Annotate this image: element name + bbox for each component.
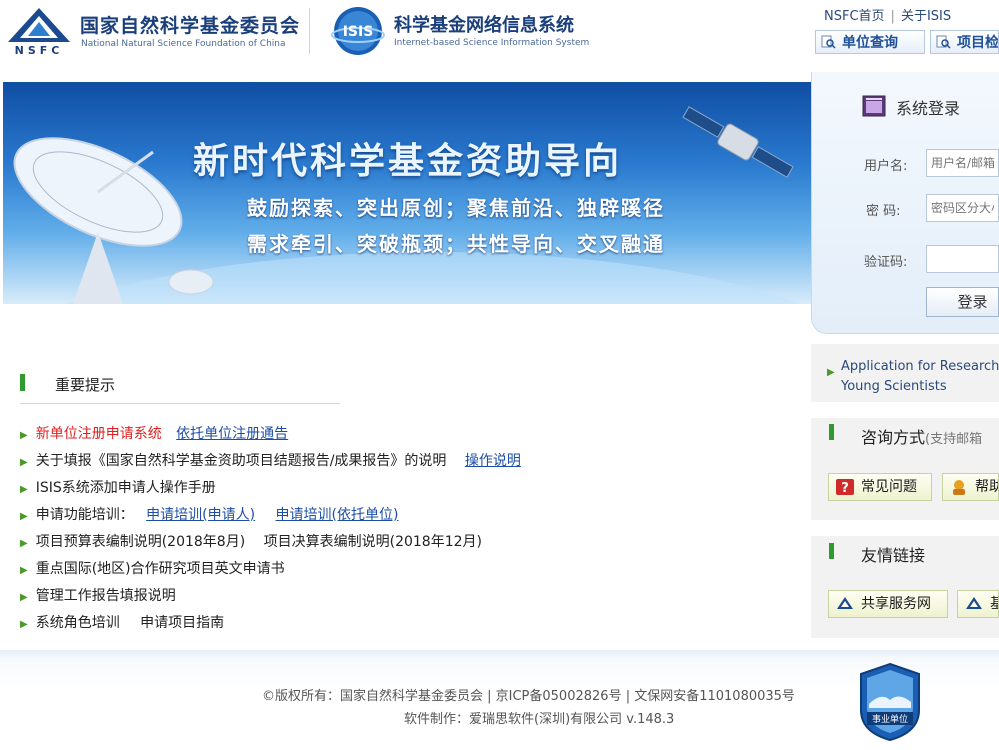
project-query-button[interactable]: 项目检 [930, 30, 999, 54]
banner-title: 新时代科学基金资助导向 [193, 141, 623, 182]
notice-link[interactable]: 申请培训(依托单位) [276, 507, 399, 523]
isis-logo[interactable]: ISIS [330, 5, 386, 57]
help-button[interactable]: 帮助 [942, 473, 999, 501]
bullet-arrow-icon: ▶ [20, 565, 28, 576]
magnifier-icon [821, 35, 836, 49]
captcha-label: 验证码: [864, 255, 908, 270]
consult-subtitle: (支持邮箱 [925, 432, 983, 447]
notice-link[interactable]: 操作说明 [465, 453, 521, 469]
notice-section-marker [20, 374, 25, 391]
fund-link-label: 基 [990, 596, 998, 612]
notice-link[interactable]: ISIS系统添加申请人操作手册 [36, 480, 216, 496]
bullet-arrow-icon: ▶ [20, 592, 28, 603]
system-name-en: Internet-based Science Information Syste… [394, 38, 590, 48]
page-header: NSFC 国家自然科学基金委员会 National Natural Scienc… [0, 0, 999, 68]
notice-link[interactable]: 项目决算表编制说明(2018年12月) [264, 534, 482, 550]
bullet-arrow-icon: ▶ [827, 367, 835, 378]
consult-section-marker [829, 424, 834, 440]
notice-item: ▶ 系统角色培训 申请项目指南 [20, 612, 224, 632]
notice-divider [20, 403, 340, 404]
notice-item: ▶ 关于填报《国家自然科学基金资助项目结题报告/成果报告》的说明 操作说明 [20, 450, 521, 470]
institution-badge[interactable]: 事业单位 [857, 662, 923, 742]
notice-link[interactable]: 项目预算表编制说明(2018年8月) [36, 534, 245, 550]
share-service-label: 共享服务网 [861, 596, 931, 612]
help-label: 帮助 [975, 479, 998, 495]
password-input[interactable] [926, 194, 999, 222]
notice-link[interactable]: 系统角色培训 [36, 615, 120, 631]
notice-text: 申请功能培训： [35, 507, 134, 523]
fund-link-icon [966, 597, 982, 609]
software-credit: 软件制作：爱瑞思软件(深圳)有限公司 v.148.3 [404, 712, 675, 727]
help-icon [953, 480, 965, 495]
login-button[interactable]: 登录 [926, 287, 999, 317]
friend-links-section-marker [829, 543, 834, 559]
notice-item: ▶ 申请功能培训： 申请培训(申请人) 申请培训(依托单位) [20, 504, 398, 524]
top-links: NSFC首页 | 关于ISIS [824, 5, 951, 24]
about-isis-link[interactable]: 关于ISIS [901, 9, 951, 24]
notice-link[interactable]: 依托单位注册通告 [176, 426, 288, 442]
isis-logo-text: ISIS [343, 24, 374, 40]
satellite-graphic [682, 106, 794, 178]
notice-item: ▶ 重点国际(地区)合作研究项目英文申请书 [20, 558, 285, 578]
bullet-arrow-icon: ▶ [20, 484, 28, 495]
bullet-arrow-icon: ▶ [20, 538, 28, 549]
username-label: 用户名: [864, 159, 908, 174]
application-line-2: Young Scientists [841, 379, 947, 394]
notice-item: ▶ 项目预算表编制说明(2018年8月) 项目决算表编制说明(2018年12月) [20, 531, 482, 551]
friend-links-title: 友情链接 [861, 546, 926, 565]
radio-telescope-graphic [13, 137, 214, 304]
share-service-icon [837, 597, 853, 609]
nsfc-home-link[interactable]: NSFC首页 [824, 9, 885, 24]
notice-link[interactable]: 关于填报《国家自然科学基金资助项目结题报告/成果报告》的说明 [36, 453, 447, 469]
application-link[interactable]: Application for Research Young Scientist… [841, 357, 999, 397]
share-service-link[interactable]: 共享服务网 [828, 590, 948, 618]
notice-link[interactable]: 申请培训(申请人) [146, 507, 255, 523]
system-name-cn: 科学基金网络信息系统 [394, 15, 574, 36]
bullet-arrow-icon: ▶ [20, 430, 28, 441]
password-label: 密 码: [866, 204, 901, 219]
hero-banner: 新时代科学基金资助导向 鼓励探索、突出原创；聚焦前沿、独辟蹊径 需求牵引、突破瓶… [3, 82, 811, 304]
faq-label: 常见问题 [861, 479, 917, 495]
project-query-label: 项目检 [957, 35, 999, 51]
bullet-arrow-icon: ▶ [20, 457, 28, 468]
banner-slogan-1: 鼓励探索、突出原创；聚焦前沿、独辟蹊径 [247, 196, 665, 220]
consult-title: 咨询方式(支持邮箱 [861, 424, 982, 448]
captcha-input[interactable] [926, 245, 999, 273]
notice-item: ▶ 管理工作报告填报说明 [20, 585, 176, 605]
username-input[interactable] [926, 149, 999, 177]
unit-query-button[interactable]: 单位查询 [815, 30, 925, 54]
bullet-arrow-icon: ▶ [20, 619, 28, 630]
notice-link[interactable]: 管理工作报告填报说明 [36, 588, 176, 604]
notice-title: 重要提示 [55, 376, 116, 394]
header-divider [309, 8, 310, 54]
org-name-en: National Natural Science Foundation of C… [81, 39, 286, 49]
faq-button[interactable]: ? 常见问题 [828, 473, 932, 501]
banner-slogan-2: 需求牵引、突破瓶颈；共性导向、交叉融通 [247, 232, 665, 256]
consult-title-text: 咨询方式 [861, 428, 926, 447]
magnifier-icon [936, 35, 951, 49]
org-name-cn: 国家自然科学基金委员会 [80, 15, 301, 37]
fund-link[interactable]: 基 [957, 590, 999, 618]
svg-text:?: ? [841, 481, 849, 496]
link-separator: | [890, 9, 895, 24]
notice-item: ▶ ISIS系统添加申请人操作手册 [20, 477, 216, 497]
notice-link[interactable]: 重点国际(地区)合作研究项目英文申请书 [36, 561, 285, 577]
unit-query-label: 单位查询 [842, 35, 898, 51]
notice-link[interactable]: 申请项目指南 [140, 615, 224, 631]
nsfc-logo[interactable]: NSFC [4, 6, 74, 56]
notice-link[interactable]: 新单位注册申请系统 [36, 426, 162, 442]
login-window-icon [862, 95, 886, 117]
application-line-1: Application for Research [841, 359, 999, 374]
notice-item: ▶ 新单位注册申请系统 依托单位注册通告 [20, 423, 288, 443]
nsfc-logo-text: NSFC [15, 44, 64, 56]
bullet-arrow-icon: ▶ [20, 511, 28, 522]
login-title: 系统登录 [896, 99, 961, 118]
badge-text: 事业单位 [872, 713, 908, 725]
faq-icon: ? [836, 479, 854, 496]
copyright-text: ©版权所有：国家自然科学基金委员会 | 京ICP备05002826号 | 文保网… [262, 689, 795, 704]
